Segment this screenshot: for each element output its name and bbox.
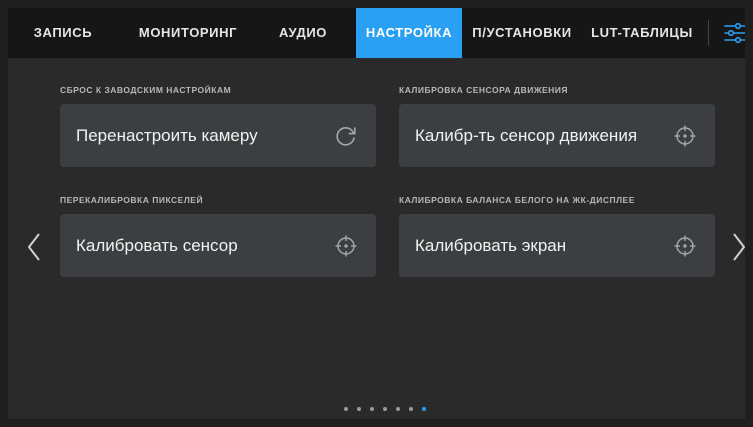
calibrate-sensor-button[interactable]: Калибровать сенсор [60,214,376,277]
section-label-lcd-white-balance: КАЛИБРОВКА БАЛАНСА БЕЛОГО НА ЖК-ДИСПЛЕЕ [399,195,635,205]
sliders-icon [724,22,745,44]
section-label-motion-sensor: КАЛИБРОВКА СЕНСОРА ДВИЖЕНИЯ [399,85,569,95]
chevron-left-icon [28,233,40,261]
crosshair-icon [335,235,357,257]
settings-sliders-button[interactable] [723,21,745,45]
page-dot[interactable] [370,407,374,411]
calibrate-motion-sensor-label: Калибр-ть сенсор движения [415,126,638,145]
page-dot[interactable] [409,407,413,411]
page-dot[interactable] [383,407,387,411]
page-dot[interactable] [357,407,361,411]
settings-screen: ЗАПИСЬ МОНИТОРИНГ АУДИО НАСТРОЙКА П/УСТА… [8,8,745,419]
tab-divider [708,20,709,46]
section-label-pixel-recalibration: ПЕРЕКАЛИБРОВКА ПИКСЕЛЕЙ [60,195,204,205]
calibrate-screen-button[interactable]: Калибровать экран [399,214,715,277]
tab-record[interactable]: ЗАПИСЬ [8,8,118,58]
section-label-factory-reset: СБРОС К ЗАВОДСКИМ НАСТРОЙКАМ [60,85,232,95]
calibrate-sensor-label: Калибровать сенсор [76,236,238,255]
calibrate-screen-label: Калибровать экран [415,236,567,255]
calibrate-motion-sensor-button[interactable]: Калибр-ть сенсор движения [399,104,715,167]
page-dot[interactable] [422,407,426,411]
crosshair-icon [674,235,696,257]
refresh-icon [336,127,356,146]
page-dot[interactable] [344,407,348,411]
crosshair-icon [674,125,696,147]
previous-page-button[interactable] [26,232,42,262]
tab-luts[interactable]: LUT-ТАБЛИЦЫ [582,8,702,58]
reset-camera-button[interactable]: Перенастроить камеру [60,104,376,167]
tab-audio[interactable]: АУДИО [258,8,348,58]
next-page-button[interactable] [731,232,745,262]
tab-bar: ЗАПИСЬ МОНИТОРИНГ АУДИО НАСТРОЙКА П/УСТА… [8,8,745,58]
tab-monitoring[interactable]: МОНИТОРИНГ [118,8,258,58]
tab-presets[interactable]: П/УСТАНОВКИ [462,8,582,58]
page-dot[interactable] [396,407,400,411]
chevron-right-icon [733,233,745,261]
tab-setup[interactable]: НАСТРОЙКА [356,8,462,58]
reset-camera-label: Перенастроить камеру [76,126,258,145]
